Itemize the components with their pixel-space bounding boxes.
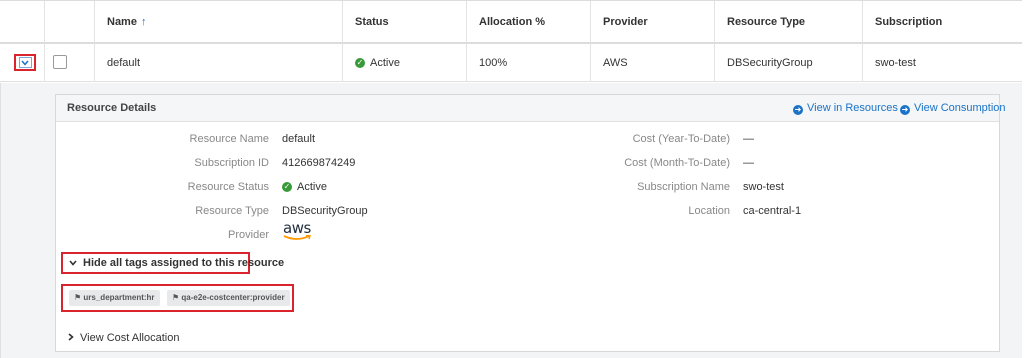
row-status: ✓ Active <box>342 44 466 82</box>
subscription-name-value: swo-test <box>743 181 784 193</box>
aws-logo-text: aws <box>283 219 311 237</box>
table-row[interactable]: default ✓ Active 100% AWS DBSecurityGroup… <box>0 44 1022 82</box>
cost-mtd-label: Cost (Month-To-Date) <box>624 157 730 169</box>
aws-logo: aws <box>283 221 313 241</box>
hide-tags-toggle[interactable]: Hide all tags assigned to this resource <box>61 252 284 274</box>
header-status[interactable]: Status <box>342 1 466 43</box>
view-cost-allocation-toggle[interactable]: View Cost Allocation <box>68 331 179 345</box>
resource-details-panel: Resource Details ➜ View in Resources ➜ Vie… <box>55 94 1006 352</box>
resource-name-link[interactable]: default <box>282 133 315 145</box>
sort-arrow-up-icon[interactable]: ↑ <box>141 16 147 28</box>
header-resource-type[interactable]: Resource Type <box>714 1 862 43</box>
subscription-id-label: Subscription ID <box>194 157 269 169</box>
tag-chip: ⚑ qa-e2e-costcenter:provider <box>167 290 290 306</box>
tag-icon: ⚑ <box>172 293 180 302</box>
chevron-right-icon <box>68 331 74 345</box>
check-circle-icon: ✓ <box>355 58 365 69</box>
row-provider: AWS <box>590 44 714 82</box>
view-in-resources-label: View in Resources <box>807 102 898 114</box>
cost-ytd-value: — <box>743 133 754 145</box>
row-status-label: Active <box>370 57 400 69</box>
check-circle-icon: ✓ <box>282 182 292 193</box>
chevron-down-icon <box>69 254 77 272</box>
row-name: default <box>94 44 342 82</box>
resource-type-value: DBSecurityGroup <box>282 205 368 217</box>
resource-status-text: Active <box>297 181 327 193</box>
header-name-label: Name <box>107 16 137 28</box>
resource-name-label: Resource Name <box>189 133 269 145</box>
location-label: Location <box>688 205 730 217</box>
view-in-resources-link[interactable]: ➜ View in Resources <box>793 95 898 121</box>
row-select-cell <box>44 44 94 82</box>
panel-header: Resource Details ➜ View in Resources ➜ Vie… <box>56 95 1006 122</box>
header-allocation[interactable]: Allocation % <box>466 1 590 43</box>
view-consumption-label: View Consumption <box>914 102 1006 114</box>
row-expand-button[interactable] <box>14 54 36 71</box>
row-allocation: 100% <box>466 44 590 82</box>
view-consumption-link[interactable]: ➜ View Consumption <box>900 95 1006 121</box>
resource-status-label: Resource Status <box>187 181 269 193</box>
view-cost-allocation-label: View Cost Allocation <box>80 332 180 344</box>
cost-ytd-label: Cost (Year-To-Date) <box>632 133 730 145</box>
resource-status-value: ✓ Active <box>282 181 327 193</box>
tags-list: ⚑ urs_department:hr ⚑ qa-e2e-costcenter:… <box>61 284 294 312</box>
provider-label: Provider <box>228 229 269 241</box>
hide-tags-label: Hide all tags assigned to this resource <box>83 257 285 269</box>
subscription-name-label: Subscription Name <box>637 181 730 193</box>
header-provider[interactable]: Provider <box>590 1 714 43</box>
panel-title: Resource Details <box>67 102 157 114</box>
location-value: ca-central-1 <box>743 205 802 217</box>
arrow-circle-right-icon: ➜ <box>793 105 803 115</box>
row-resource-type: DBSecurityGroup <box>714 44 862 82</box>
header-select-column <box>44 1 94 43</box>
row-checkbox[interactable] <box>53 55 67 69</box>
tag-icon: ⚑ <box>74 293 82 302</box>
table-header: Name ↑ Status Allocation % Provider Resou… <box>0 0 1022 44</box>
header-subscription[interactable]: Subscription <box>862 1 1022 43</box>
header-name[interactable]: Name ↑ <box>94 1 342 43</box>
tag-label: urs_department:hr <box>83 293 155 302</box>
chevron-down-icon <box>18 57 32 68</box>
tag-label: qa-e2e-costcenter:provider <box>181 293 285 302</box>
subscription-id-value: 412669874249 <box>282 157 356 169</box>
resource-type-label: Resource Type <box>195 205 269 217</box>
row-subscription: swo-test <box>862 44 1022 82</box>
arrow-circle-right-icon: ➜ <box>900 105 910 115</box>
cost-mtd-value: — <box>743 157 754 169</box>
tag-chip: ⚑ urs_department:hr <box>69 290 160 306</box>
